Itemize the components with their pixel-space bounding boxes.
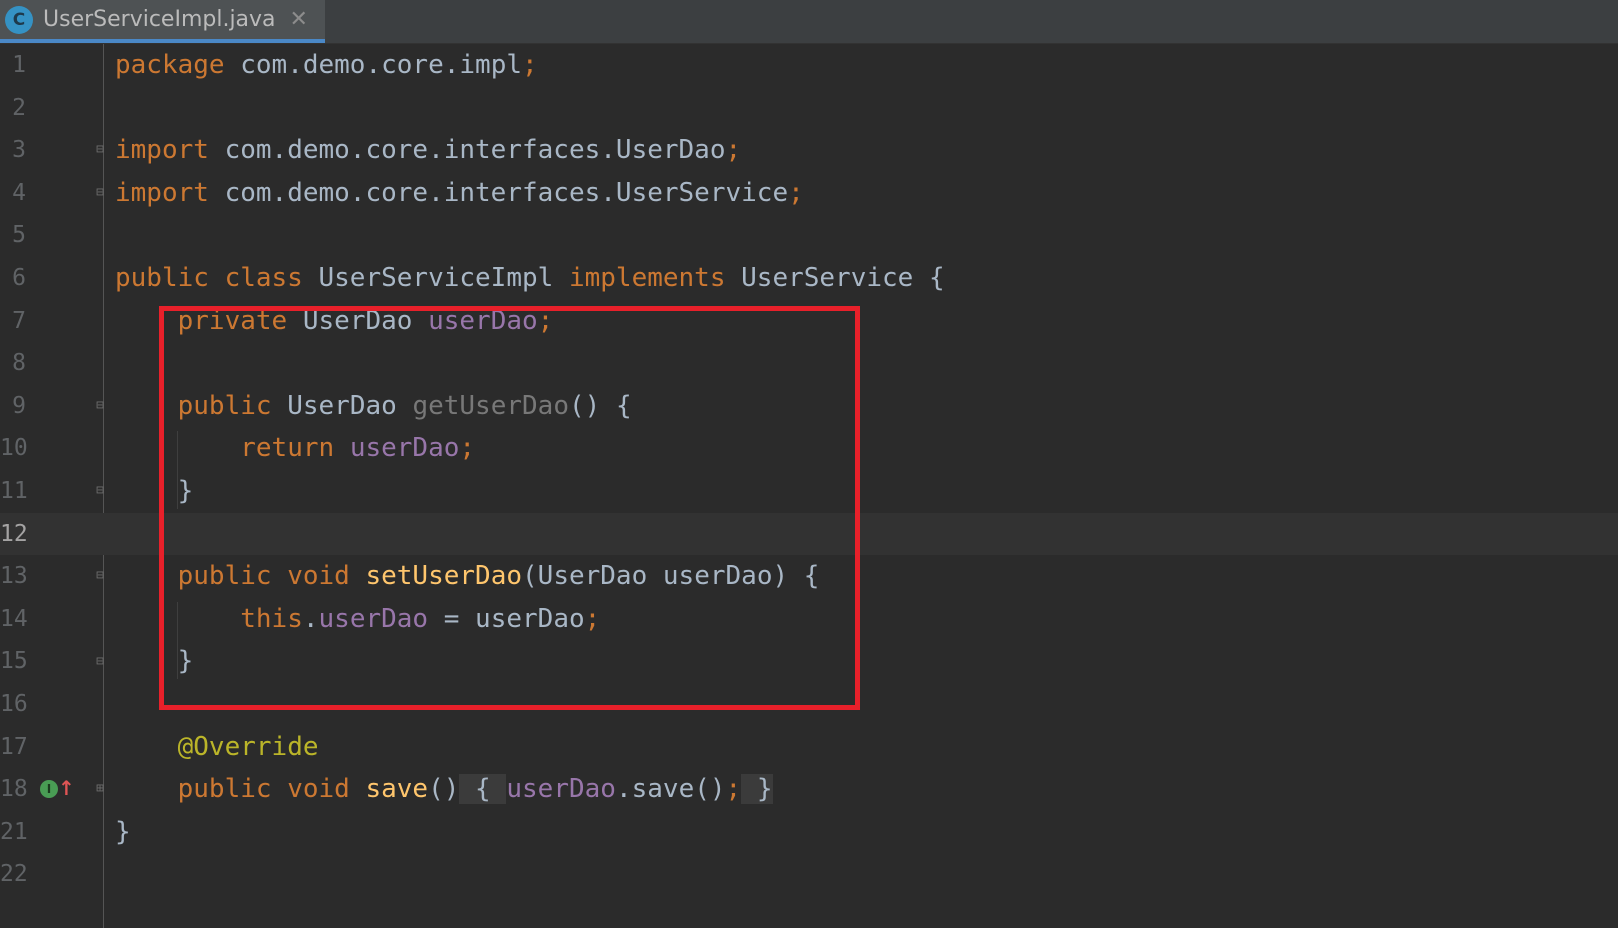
implements-method-icon[interactable]: I [40, 780, 58, 799]
code-line[interactable]: 2 [0, 87, 1618, 130]
line-number[interactable]: 10 [0, 427, 28, 470]
tab-userserviceimpl[interactable]: C UserServiceImpl.java ✕ [0, 0, 325, 43]
code-line[interactable]: 22 [0, 853, 1618, 896]
fold-collapse-icon[interactable]: ⊟ [93, 483, 107, 499]
line-number[interactable]: 7 [0, 300, 26, 343]
fold-collapse-icon[interactable]: ⊟ [93, 654, 107, 670]
code-line[interactable]: 1 package com.demo.core.impl; [0, 44, 1618, 87]
line-number[interactable]: 2 [0, 87, 26, 130]
line-number[interactable]: 9 [0, 385, 26, 428]
fold-collapse-icon[interactable]: ⊟ [93, 568, 107, 584]
fold-collapse-icon[interactable]: ⊟ [93, 398, 107, 414]
code-line[interactable]: 4 import com.demo.core.interfaces.UserSer… [0, 172, 1618, 215]
close-icon[interactable]: ✕ [290, 7, 308, 32]
code-text: import com.demo.core.interfaces.UserServ… [115, 177, 804, 208]
line-number[interactable]: 6 [0, 257, 26, 300]
code-line[interactable]: 3 import com.demo.core.interfaces.UserDao… [0, 129, 1618, 172]
code-text: } [115, 816, 131, 847]
line-number[interactable]: 22 [0, 853, 28, 896]
line-number[interactable]: 1 [0, 44, 26, 87]
fold-collapse-icon[interactable]: ⊟ [93, 142, 107, 158]
code-line[interactable]: 5 [0, 214, 1618, 257]
line-number[interactable]: 21 [0, 811, 28, 854]
tab-label: UserServiceImpl.java [43, 7, 276, 32]
code-text: package com.demo.core.impl; [115, 50, 538, 80]
code-text: @Override [177, 731, 319, 762]
code-text: public class UserServiceImpl implements … [115, 263, 945, 293]
line-number[interactable]: 14 [0, 598, 28, 641]
java-class-icon: C [5, 5, 33, 34]
code-line[interactable]: 6 public class UserServiceImpl implements… [0, 257, 1618, 300]
highlight-annotation-box [159, 306, 860, 710]
line-number[interactable]: 11 [0, 470, 28, 513]
line-number[interactable]: 16 [0, 683, 28, 726]
code-text: import com.demo.core.interfaces.UserDao; [115, 135, 742, 166]
editor-tab-bar: C UserServiceImpl.java ✕ [0, 0, 1618, 44]
code-text: public void save() { userDao.save(); } [177, 774, 773, 805]
line-number[interactable]: 13 [0, 555, 28, 598]
code-line[interactable]: 18 public void save() { userDao.save(); … [0, 768, 1618, 811]
line-number[interactable]: 12 [0, 513, 28, 556]
fold-collapse-icon[interactable]: ⊟ [93, 185, 107, 201]
line-number[interactable]: 17 [0, 726, 28, 769]
line-number[interactable]: 18 [0, 768, 28, 811]
fold-expand-icon[interactable]: ⊞ [93, 781, 107, 797]
line-number[interactable]: 4 [0, 172, 26, 215]
line-number[interactable]: 8 [0, 342, 26, 385]
code-line[interactable]: 17 @Override [0, 726, 1618, 769]
code-line[interactable]: 21} [0, 811, 1618, 854]
line-number[interactable]: 3 [0, 129, 26, 172]
line-number[interactable]: 15 [0, 640, 28, 683]
line-number[interactable]: 5 [0, 214, 26, 257]
go-to-interface-arrow-icon[interactable]: ↑ [58, 776, 75, 800]
